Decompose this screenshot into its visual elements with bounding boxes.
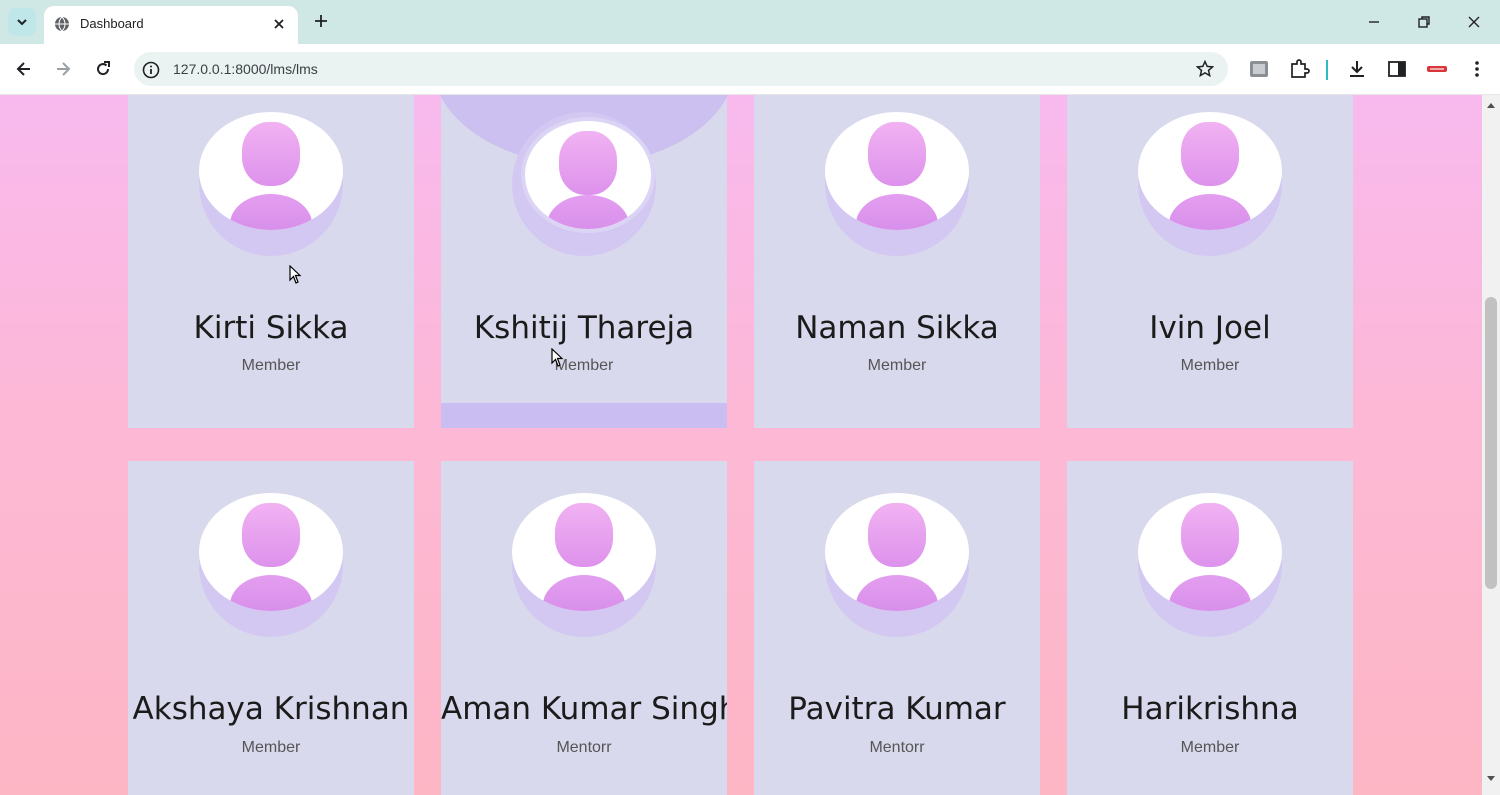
member-role: Mentorr xyxy=(869,739,925,756)
back-icon[interactable] xyxy=(14,59,34,79)
member-name: Aman Kumar Singh xyxy=(441,691,727,727)
close-tab-icon[interactable] xyxy=(272,17,286,31)
download-icon[interactable] xyxy=(1346,58,1368,80)
member-name: Kirti Sikka xyxy=(193,310,349,346)
avatar xyxy=(512,493,656,611)
member-card[interactable]: Harikrishna Member xyxy=(1067,461,1353,795)
globe-icon xyxy=(55,16,69,32)
member-name: Naman Sikka xyxy=(795,310,999,346)
member-card[interactable]: Akshaya Krishnan Member xyxy=(128,461,414,795)
browser-toolbar: 127.0.0.1:8000/lms/lms xyxy=(0,44,1500,95)
side-panel-icon[interactable] xyxy=(1386,58,1408,80)
profile-avatar-icon[interactable] xyxy=(1426,58,1448,80)
browser-tab[interactable]: Dashboard xyxy=(44,6,298,44)
more-menu-icon[interactable] xyxy=(1466,58,1488,80)
member-card[interactable]: Ivin Joel Member xyxy=(1067,95,1353,428)
member-card[interactable]: Pavitra Kumar Mentorr xyxy=(754,461,1040,795)
close-window-icon[interactable] xyxy=(1464,12,1484,32)
member-role: Mentorr xyxy=(556,739,612,756)
member-card[interactable]: Naman Sikka Member xyxy=(754,95,1040,428)
reload-icon[interactable] xyxy=(93,59,113,79)
tab-strip: Dashboard xyxy=(0,0,1500,44)
forward-icon[interactable] xyxy=(53,59,73,79)
page-scrollbar[interactable] xyxy=(1482,95,1500,795)
extensions-puzzle-icon[interactable] xyxy=(1288,58,1310,80)
member-name: Harikrishna xyxy=(1121,691,1299,727)
member-card[interactable]: Kirti Sikka Member xyxy=(128,95,414,428)
member-role: Member xyxy=(241,739,301,756)
member-role: Member xyxy=(1180,739,1240,756)
member-card[interactable]: Aman Kumar Singh Mentorr xyxy=(441,461,727,795)
avatar xyxy=(825,112,969,230)
avatar xyxy=(1138,112,1282,230)
restore-icon[interactable] xyxy=(1414,12,1434,32)
profile-extension-icon[interactable] xyxy=(1248,58,1270,80)
chevron-down-icon xyxy=(17,19,27,26)
avatar xyxy=(199,493,343,611)
member-role: Member xyxy=(554,357,614,374)
tab-search-button[interactable] xyxy=(8,8,36,36)
mouse-cursor-icon xyxy=(289,265,302,284)
card-hover-bar xyxy=(441,403,727,428)
member-name: Ivin Joel xyxy=(1149,310,1271,346)
member-card-hovered[interactable]: Kshitij Thareja Member xyxy=(441,95,727,428)
avatar xyxy=(1138,493,1282,611)
scroll-up-arrow-icon[interactable] xyxy=(1486,101,1496,109)
tab-title: Dashboard xyxy=(80,16,144,31)
avatar xyxy=(199,112,343,230)
avatar xyxy=(521,117,655,233)
member-role: Member xyxy=(1180,357,1240,374)
member-name: Kshitij Thareja xyxy=(473,310,695,346)
toolbar-divider xyxy=(1326,60,1328,80)
url-text[interactable]: 127.0.0.1:8000/lms/lms xyxy=(173,61,318,77)
member-name: Akshaya Krishnan xyxy=(132,691,410,727)
site-info-icon[interactable] xyxy=(142,61,160,79)
member-role: Member xyxy=(241,357,301,374)
page-viewport: Kirti Sikka Member Kshitij Thareja Membe… xyxy=(0,95,1482,795)
minimize-icon[interactable] xyxy=(1364,12,1384,32)
new-tab-icon[interactable] xyxy=(312,12,330,30)
avatar xyxy=(825,493,969,611)
scroll-down-arrow-icon[interactable] xyxy=(1486,775,1496,783)
scrollbar-thumb[interactable] xyxy=(1485,297,1497,589)
mouse-cursor-icon xyxy=(551,348,564,367)
bookmark-star-icon[interactable] xyxy=(1196,60,1214,78)
member-name: Pavitra Kumar xyxy=(788,691,1006,727)
address-bar[interactable]: 127.0.0.1:8000/lms/lms xyxy=(134,52,1228,86)
member-role: Member xyxy=(867,357,927,374)
